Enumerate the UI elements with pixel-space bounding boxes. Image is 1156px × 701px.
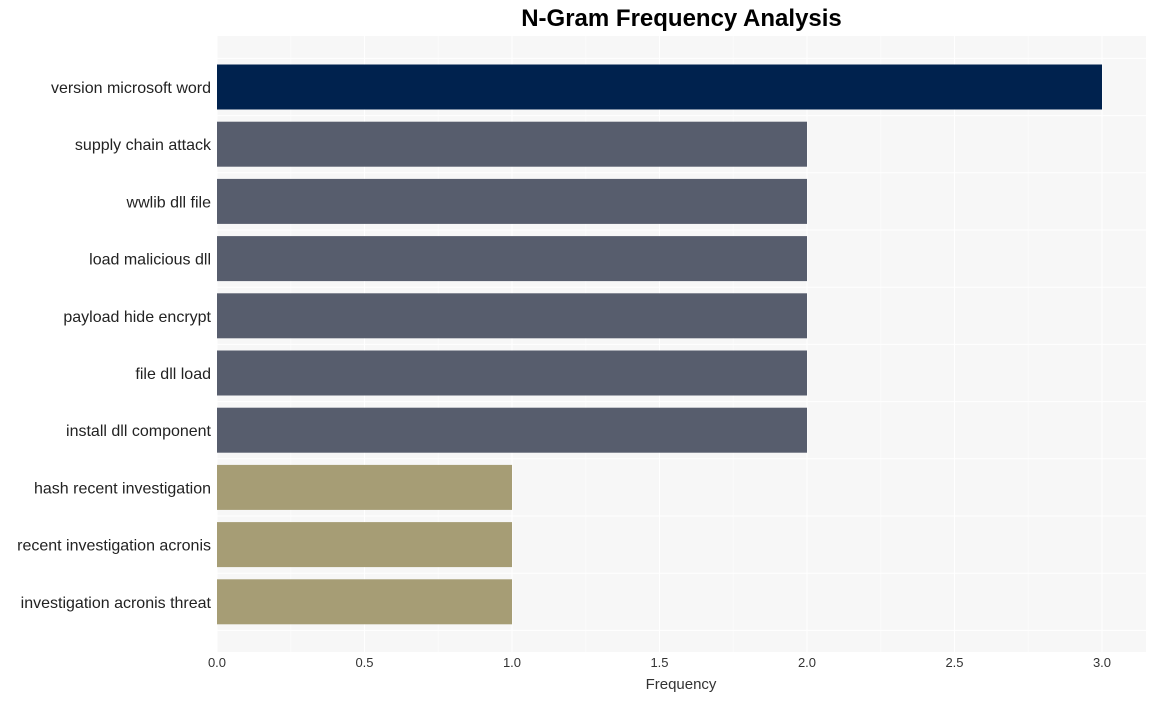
bar: [217, 64, 1102, 110]
bar: [217, 121, 807, 167]
x-tick-label: 1.0: [503, 655, 521, 670]
category-label: version microsoft word: [51, 80, 211, 97]
category-label: install dll component: [66, 423, 212, 440]
bar-chart: version microsoft word supply chain attac…: [17, 36, 1146, 693]
bar: [217, 464, 512, 510]
bar: [217, 178, 807, 224]
bar: [217, 579, 512, 625]
x-tick-label: 1.5: [650, 655, 668, 670]
category-label: wwlib dll file: [126, 194, 212, 211]
category-label: payload hide encrypt: [63, 309, 211, 326]
x-tick-label: 0.5: [355, 655, 373, 670]
x-tick-label: 0.0: [208, 655, 226, 670]
category-label: recent investigation acronis: [17, 538, 211, 555]
bar: [217, 522, 512, 568]
x-tick-label: 2.0: [798, 655, 816, 670]
bar: [217, 350, 807, 396]
x-tick-label: 2.5: [945, 655, 963, 670]
bar: [217, 293, 807, 339]
category-label: load malicious dll: [89, 252, 211, 269]
x-axis-title: Frequency: [646, 676, 717, 693]
x-tick-label: 3.0: [1093, 655, 1111, 670]
bar: [217, 236, 807, 282]
bar: [217, 407, 807, 453]
category-label: hash recent investigation: [34, 480, 211, 497]
category-labels: version microsoft word supply chain attac…: [17, 80, 212, 612]
category-label: investigation acronis threat: [21, 595, 212, 612]
category-label: supply chain attack: [75, 137, 212, 154]
x-tick-labels: 0.0 0.5 1.0 1.5 2.0 2.5 3.0: [208, 655, 1111, 670]
category-label: file dll load: [135, 366, 211, 383]
